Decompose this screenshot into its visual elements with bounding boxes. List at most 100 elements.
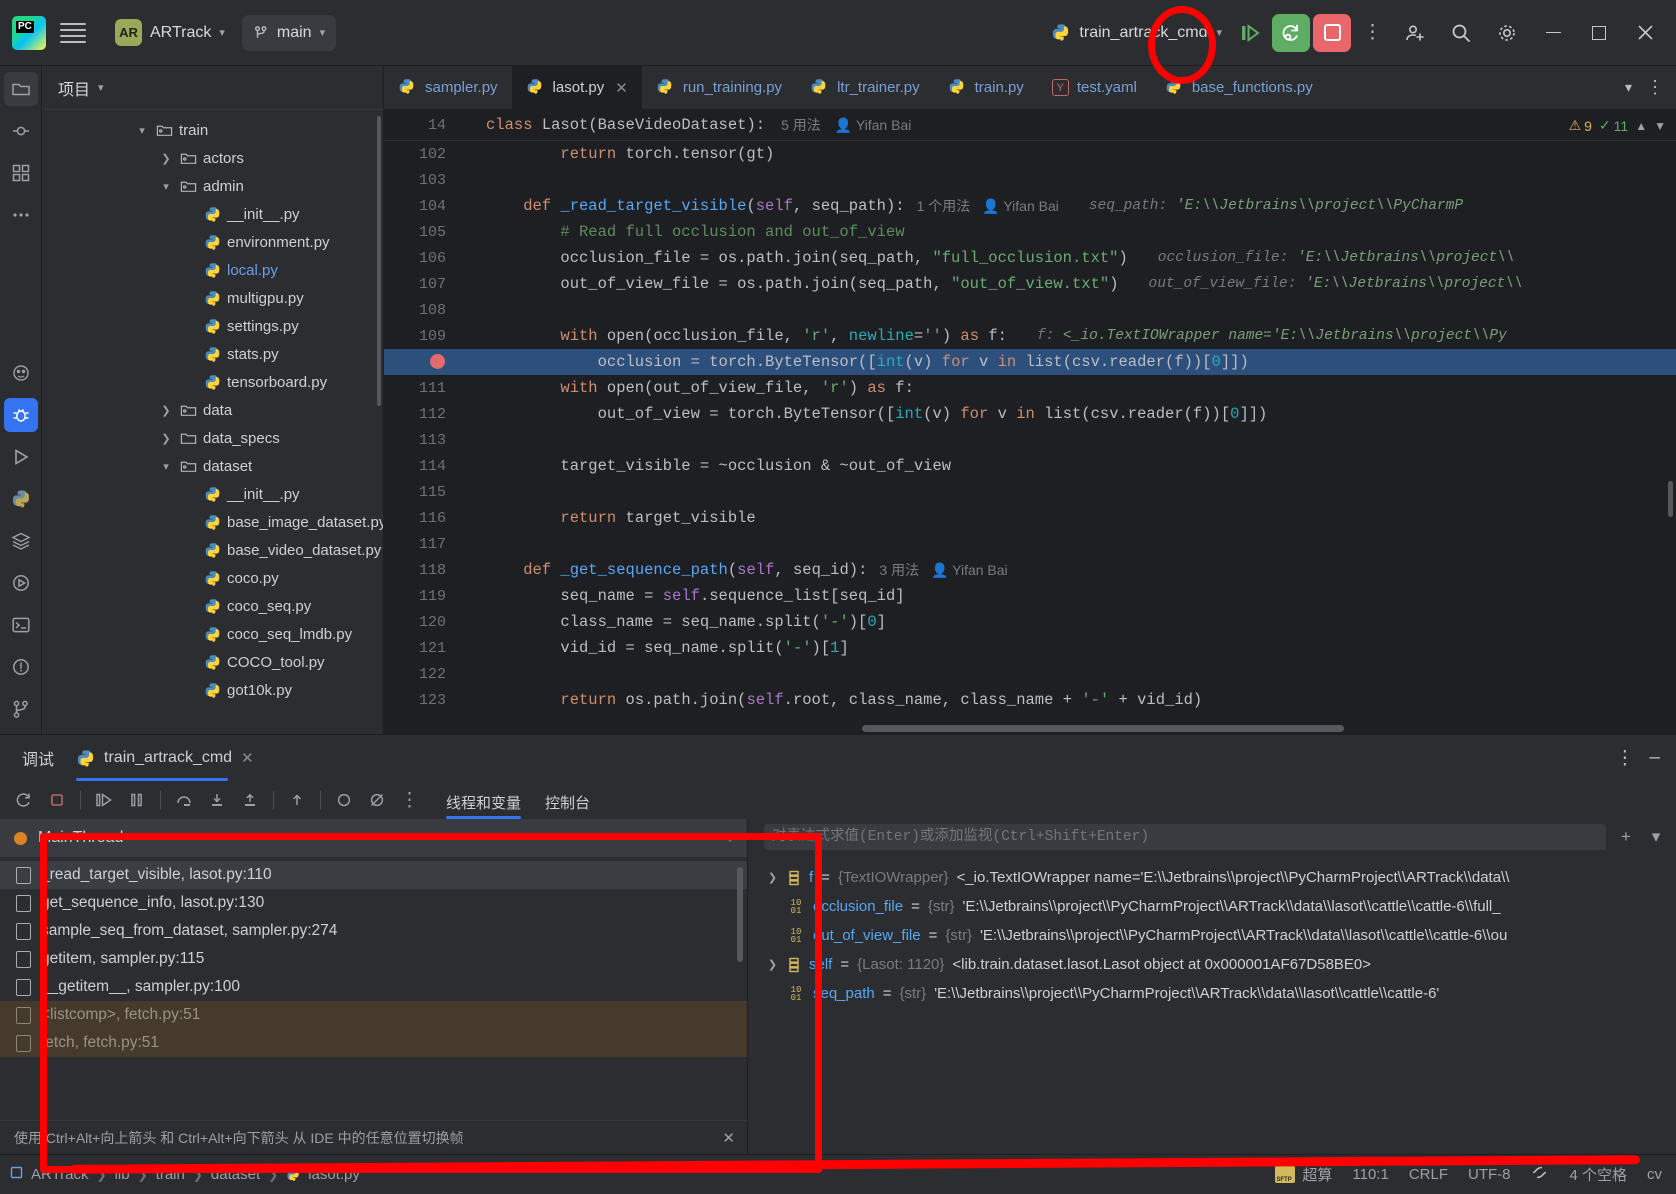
chevron-down-icon[interactable]: ▾	[1646, 827, 1666, 847]
language-indicator[interactable]: cv	[1647, 1166, 1662, 1183]
close-icon[interactable]: ✕	[615, 79, 628, 97]
more-vertical-icon[interactable]: ⋮	[1642, 77, 1668, 98]
python-packages-icon[interactable]	[4, 482, 38, 516]
usage-count[interactable]: 1 个用法	[917, 196, 971, 216]
call-stack-frame[interactable]: _read_target_visible, lasot.py:110	[0, 861, 747, 889]
project-tree[interactable]: ▾ train ❯ actors ▾ admin __init__.py environmen…	[42, 110, 383, 734]
code-line[interactable]: 113	[384, 427, 1676, 453]
close-icon[interactable]: ✕	[241, 749, 254, 767]
call-stack-frame[interactable]: <listcomp>, fetch.py:51	[0, 1001, 747, 1029]
debug-session-tab[interactable]: train_artrack_cmd ✕	[76, 735, 254, 781]
stop-icon[interactable]	[1313, 13, 1351, 52]
chevron-right-icon[interactable]: ❯	[766, 958, 779, 971]
caret-position[interactable]: 110:1	[1352, 1166, 1388, 1183]
code-line[interactable]: 111 with open(out_of_view_file, 'r') as f…	[384, 375, 1676, 401]
editor-tab-ltr-trainer-py[interactable]: ltr_trainer.py	[796, 66, 934, 109]
code-line[interactable]: 108	[384, 297, 1676, 323]
pause-icon[interactable]	[127, 790, 147, 810]
stop-icon[interactable]	[47, 790, 67, 810]
tree-item-base-video-dataset-py[interactable]: base_video_dataset.py	[42, 536, 383, 564]
git-branch-icon[interactable]	[1530, 1163, 1549, 1186]
close-icon[interactable]: ✕	[722, 1129, 735, 1147]
tree-item-train[interactable]: ▾ train	[42, 116, 383, 144]
chevron-down-icon[interactable]: ▾	[98, 81, 104, 94]
tree-item-coco-tool-py[interactable]: COCO_tool.py	[42, 648, 383, 676]
tree-item-dataset[interactable]: ▾ dataset	[42, 452, 383, 480]
run-configurations-icon[interactable]	[4, 566, 38, 600]
chevron-down-icon[interactable]: ▾	[727, 831, 733, 845]
editor-horizontal-scrollbar[interactable]	[862, 725, 1344, 732]
code-line[interactable]: 123 return os.path.join(self.root, class_…	[384, 687, 1676, 713]
indent-setting[interactable]: 4 个空格	[1569, 1164, 1627, 1185]
call-stack-frame[interactable]: getitem, sampler.py:115	[0, 945, 747, 973]
tree-item-data[interactable]: ❯ data	[42, 396, 383, 424]
chevron-right-icon[interactable]: ❯	[158, 402, 174, 418]
resume-program-icon[interactable]	[1231, 14, 1269, 52]
watch-input[interactable]	[764, 824, 1606, 850]
editor-vertical-scrollbar[interactable]	[1668, 481, 1673, 517]
warning-triangle-icon[interactable]: ⚠ 9	[1569, 117, 1592, 134]
project-tree-scrollbar[interactable]	[377, 116, 381, 406]
minimize-icon[interactable]	[1530, 10, 1576, 56]
run-configuration-selector[interactable]: train_artrack_cmd ▾	[1051, 23, 1222, 42]
tree-item-environment-py[interactable]: environment.py	[42, 228, 383, 256]
structure-tool-icon[interactable]	[4, 156, 38, 190]
encoding[interactable]: UTF-8	[1468, 1166, 1511, 1183]
chevron-right-icon[interactable]: ❯	[158, 430, 174, 446]
call-stack-list[interactable]: _read_target_visible, lasot.py:110 get_se…	[0, 857, 747, 1120]
add-collaborator-icon[interactable]	[1392, 10, 1438, 56]
call-stack-frame[interactable]: sample_seq_from_dataset, sampler.py:274	[0, 917, 747, 945]
tree-item-stats-py[interactable]: stats.py	[42, 340, 383, 368]
mute-breakpoints-icon[interactable]	[334, 790, 354, 810]
code-line[interactable]: 103	[384, 167, 1676, 193]
minimize-icon[interactable]: –	[1649, 747, 1660, 769]
maximize-icon[interactable]	[1576, 10, 1622, 56]
tree-item---init---py[interactable]: __init__.py	[42, 480, 383, 508]
tree-item-coco-seq-lmdb-py[interactable]: coco_seq_lmdb.py	[42, 620, 383, 648]
step-over-icon[interactable]	[174, 790, 194, 810]
settings-icon[interactable]: ⋮	[400, 790, 420, 811]
problems-icon[interactable]	[4, 650, 38, 684]
thread-selector[interactable]: MainThread ▾	[0, 819, 747, 857]
breakpoint-icon[interactable]	[430, 354, 445, 369]
rerun-icon[interactable]	[14, 790, 34, 810]
editor-tab-lasot-py[interactable]: lasot.py ✕	[511, 66, 642, 109]
breadcrumb-item[interactable]: ARTrack	[31, 1166, 89, 1183]
code-line[interactable]: 122	[384, 661, 1676, 687]
debug-tool-icon[interactable]	[3, 398, 38, 432]
inspection-widget[interactable]: ⚠ 9 ✓ 11 ▲ ▼	[1569, 110, 1666, 141]
editor-tab-sampler-py[interactable]: sampler.py	[384, 66, 512, 109]
services-icon[interactable]	[4, 524, 38, 558]
breadcrumb-item[interactable]: dataset	[211, 1166, 260, 1183]
sticky-usages[interactable]: 5 用法	[781, 115, 821, 135]
version-control-icon[interactable]	[4, 692, 38, 726]
variable-row[interactable]: ❯ self = {Lasot: 1120} <lib.train.dataset.la…	[748, 950, 1676, 979]
tree-item-got10k-py[interactable]: got10k.py	[42, 676, 383, 704]
breadcrumb-item[interactable]: lasot.py	[308, 1166, 360, 1183]
tree-item-data-specs[interactable]: ❯ data_specs	[42, 424, 383, 452]
chevron-down-icon[interactable]: ▾	[158, 178, 174, 194]
variables-list[interactable]: ❯ f = {TextIOWrapper} <_io.TextIOWrapper nam…	[748, 855, 1676, 1154]
tree-item-multigpu-py[interactable]: multigpu.py	[42, 284, 383, 312]
chevron-right-icon[interactable]: ❯	[158, 150, 174, 166]
project-tool-icon[interactable]	[3, 72, 38, 106]
line-separator[interactable]: CRLF	[1409, 1166, 1448, 1183]
check-icon[interactable]: ✓ 11	[1599, 117, 1628, 134]
variable-row[interactable]: 10 01 occlusion_file = {str} 'E:\\Jetbrains\\…	[748, 892, 1676, 921]
editor-tab-test-yaml[interactable]: Ytest.yaml	[1038, 66, 1151, 109]
code-line[interactable]: 109 with open(occlusion_file, 'r', newlin…	[384, 323, 1676, 349]
ai-assistant-icon[interactable]	[4, 356, 38, 390]
code-line[interactable]: 107 out_of_view_file = os.path.join(seq_p…	[384, 271, 1676, 297]
breadcrumb-item[interactable]: lib	[115, 1166, 130, 1183]
code-line[interactable]: 118 def _get_sequence_path(self, seq_id):…	[384, 557, 1676, 583]
step-out-icon[interactable]	[240, 790, 260, 810]
debug-subtab-console[interactable]: 控制台	[545, 792, 590, 819]
tree-item-coco-seq-py[interactable]: coco_seq.py	[42, 592, 383, 620]
terminal-icon[interactable]	[4, 608, 38, 642]
close-icon[interactable]	[1622, 10, 1668, 56]
code-line[interactable]: occlusion = torch.ByteTensor([int(v) for…	[384, 349, 1676, 375]
rerun-debug-icon[interactable]	[1272, 13, 1310, 52]
more-tool-icon[interactable]	[4, 198, 38, 232]
tree-item-actors[interactable]: ❯ actors	[42, 144, 383, 172]
code-line[interactable]: 102 return torch.tensor(gt)	[384, 141, 1676, 167]
